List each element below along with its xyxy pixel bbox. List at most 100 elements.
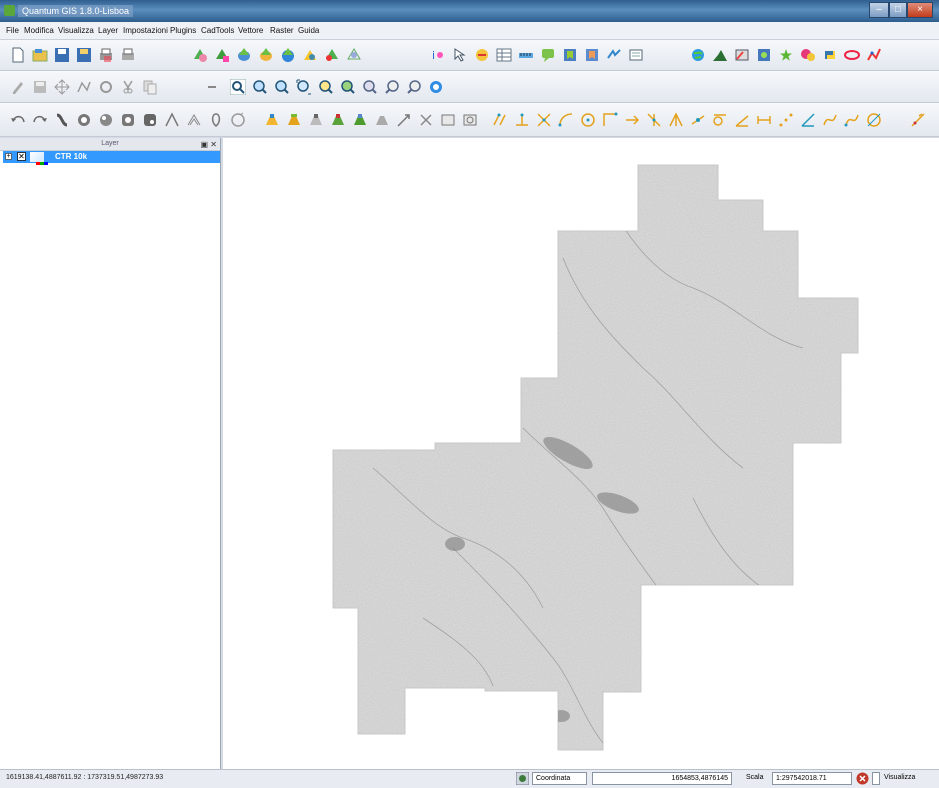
cad-arc-icon[interactable] — [558, 112, 574, 128]
reshape-features-icon[interactable] — [164, 112, 180, 128]
cad-circle-center-icon[interactable] — [580, 112, 596, 128]
close-button[interactable]: × — [907, 2, 933, 18]
zoom-native-resolution-icon[interactable] — [362, 79, 378, 95]
copy-features-icon[interactable] — [142, 79, 158, 95]
change-label-icon[interactable] — [374, 112, 390, 128]
cad-intersection-icon[interactable] — [536, 112, 552, 128]
cad-bisector-icon[interactable] — [668, 112, 684, 128]
save-as-icon[interactable] — [76, 47, 92, 63]
menu-modifica[interactable]: Modifica — [24, 26, 54, 35]
add-wms-layer-icon[interactable] — [280, 47, 296, 63]
cad-spline-points-icon[interactable] — [844, 112, 860, 128]
coordinate-input[interactable]: 1654853,4876145 — [592, 772, 732, 785]
interpolation-plugin-icon[interactable] — [778, 47, 794, 63]
show-bookmarks-icon[interactable] — [584, 47, 600, 63]
cut-features-icon[interactable] — [120, 79, 136, 95]
new-bookmark-icon[interactable] — [562, 47, 578, 63]
python-console-icon[interactable] — [822, 47, 838, 63]
redo-icon[interactable] — [32, 112, 48, 128]
menu-raster[interactable]: Raster — [270, 26, 294, 35]
menu-layer[interactable]: Layer — [98, 26, 118, 35]
refresh-icon[interactable] — [428, 79, 444, 95]
save-edits-icon[interactable] — [32, 79, 48, 95]
add-vector-layer-icon[interactable] — [192, 47, 208, 63]
menu-vettore[interactable]: Vettore — [238, 26, 263, 35]
panel-float-close-buttons[interactable]: ▣ ✕ — [201, 139, 217, 151]
cad-circle-3points-icon[interactable] — [866, 112, 882, 128]
layer-row-ctr-10k[interactable]: + ✕ CTR 10k — [3, 151, 220, 165]
zoom-out-icon[interactable] — [274, 79, 290, 95]
show-hide-labels-icon[interactable] — [308, 112, 324, 128]
layer-visibility-checkbox[interactable]: ✕ — [17, 152, 26, 161]
zoom-next-icon[interactable] — [406, 79, 422, 95]
menu-cadtools[interactable]: CadTools — [201, 26, 234, 35]
cad-perpendicular-icon[interactable] — [514, 112, 530, 128]
add-ring-icon[interactable] — [76, 112, 92, 128]
vertex-edit-icon[interactable] — [396, 112, 412, 128]
save-project-icon[interactable] — [54, 47, 70, 63]
zoom-to-selection-icon[interactable] — [318, 79, 334, 95]
zoom-last-icon[interactable] — [384, 79, 400, 95]
menu-impostazioni[interactable]: Impostazioni — [123, 26, 168, 35]
cad-midpoint-icon[interactable] — [690, 112, 706, 128]
toggle-editing-icon[interactable] — [10, 79, 26, 95]
cad-polar-icon[interactable] — [734, 112, 750, 128]
menu-guida[interactable]: Guida — [298, 26, 319, 35]
rotate-label-icon[interactable] — [352, 112, 368, 128]
simplify-feature-icon[interactable] — [54, 112, 70, 128]
cad-angle-icon[interactable] — [800, 112, 816, 128]
text-annotation-icon[interactable] — [606, 47, 622, 63]
zoom-to-layer-icon[interactable] — [340, 79, 356, 95]
cad-orthogonal-icon[interactable] — [602, 112, 618, 128]
zoom-in-icon[interactable] — [252, 79, 268, 95]
add-wfs-layer-icon[interactable] — [302, 47, 318, 63]
pin-labels-icon[interactable] — [286, 112, 302, 128]
cad-tangent-icon[interactable] — [712, 112, 728, 128]
new-shapefile-layer-icon[interactable] — [324, 47, 340, 63]
cad-extend-icon[interactable] — [624, 112, 640, 128]
map-tips-icon[interactable] — [540, 47, 556, 63]
label-tool-icon[interactable] — [264, 112, 280, 128]
open-project-icon[interactable] — [32, 47, 48, 63]
move-label-icon[interactable] — [330, 112, 346, 128]
georeferencer-icon[interactable] — [712, 47, 728, 63]
add-postgis-layer-icon[interactable] — [236, 47, 252, 63]
form-annotation-icon[interactable] — [628, 47, 644, 63]
move-feature-icon[interactable] — [54, 79, 70, 95]
node-tool-icon[interactable] — [76, 79, 92, 95]
cad-parallel-icon[interactable] — [492, 112, 508, 128]
map-canvas[interactable] — [223, 138, 939, 769]
menu-file[interactable]: File — [6, 26, 19, 35]
zoom-full-icon[interactable] — [296, 79, 312, 95]
offset-curve-icon[interactable] — [186, 112, 202, 128]
cad-cut-line-icon[interactable] — [910, 112, 926, 128]
new-spatialite-layer-icon[interactable] — [346, 47, 362, 63]
add-part-icon[interactable] — [98, 112, 114, 128]
minimize-button[interactable]: – — [869, 2, 889, 18]
delete-part-icon[interactable] — [142, 112, 158, 128]
coordinate-capture-icon[interactable] — [734, 47, 750, 63]
database-manager-icon[interactable] — [756, 47, 772, 63]
paste-features-icon[interactable] — [204, 79, 220, 95]
split-features-icon[interactable] — [208, 112, 224, 128]
cad-distance-icon[interactable] — [756, 112, 772, 128]
ellipsoid-plugin-icon[interactable] — [844, 47, 860, 63]
render-checkbox[interactable] — [872, 772, 880, 785]
rectangle-tool-icon[interactable] — [440, 112, 456, 128]
attribute-table-icon[interactable] — [496, 47, 512, 63]
delete-selected-icon[interactable] — [98, 79, 114, 95]
delete-ring-icon[interactable] — [120, 112, 136, 128]
maximize-button[interactable]: □ — [889, 2, 907, 18]
new-project-icon[interactable] — [10, 47, 26, 63]
composer-manager-icon[interactable] — [120, 47, 136, 63]
add-raster-layer-icon[interactable] — [214, 47, 230, 63]
measure-line-icon[interactable] — [518, 47, 534, 63]
coordinate-mode-button[interactable]: Coordinata — [532, 772, 587, 785]
circle-tool-icon[interactable] — [462, 112, 478, 128]
deselect-features-icon[interactable] — [474, 47, 490, 63]
identify-features-icon[interactable]: i — [430, 47, 446, 63]
print-composer-icon[interactable] — [98, 47, 114, 63]
heatmap-plugin-icon[interactable] — [800, 47, 816, 63]
add-spatialite-layer-icon[interactable] — [258, 47, 274, 63]
coordinate-toggle-icon[interactable] — [516, 772, 529, 785]
